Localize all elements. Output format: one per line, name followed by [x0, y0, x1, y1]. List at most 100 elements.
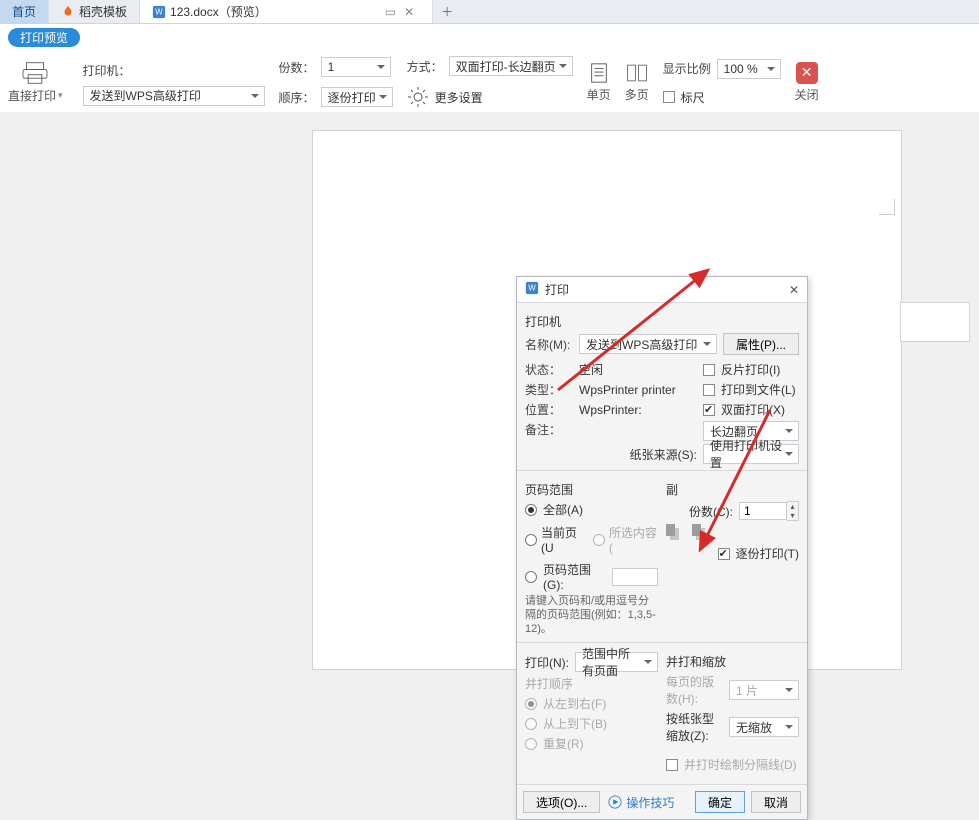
- copies-count-field[interactable]: [739, 502, 787, 520]
- merge-line-checkbox: 并打时绘制分隔线(D): [666, 756, 799, 773]
- group-merge-title: 并打和缩放: [666, 653, 799, 670]
- zoom-value: 100 %: [724, 62, 758, 76]
- dialog-titlebar[interactable]: W 打印 ✕: [517, 277, 807, 303]
- direct-print-button[interactable]: 直接打印 ▾: [8, 61, 63, 104]
- play-circle-icon: [608, 795, 622, 809]
- reverse-print-checkbox[interactable]: 反片打印(I): [703, 361, 799, 378]
- copies-select[interactable]: 1: [321, 57, 391, 77]
- order-select[interactable]: 逐份打印: [321, 87, 393, 107]
- multi-page-icon: [626, 62, 648, 84]
- cancel-button[interactable]: 取消: [751, 791, 801, 813]
- checkbox-icon: [718, 548, 730, 560]
- zoom-select[interactable]: 100 %: [717, 59, 781, 79]
- tab-template[interactable]: 稻壳模板: [49, 0, 140, 23]
- chevron-down-icon: ▾: [58, 90, 63, 101]
- collate-illustration-icon: [692, 524, 712, 542]
- range-hint: 请键入页码和/或用逗号分隔的页码范围(例如：1,3,5-12)。: [525, 595, 658, 636]
- multi-page-label: 多页: [625, 86, 649, 103]
- spin-down-icon[interactable]: ▾: [787, 511, 798, 520]
- group-range-title: 页码范围: [525, 481, 658, 498]
- radio-icon: [593, 534, 605, 546]
- tips-link[interactable]: 操作技巧: [608, 794, 674, 811]
- group-printer-title: 打印机: [525, 313, 799, 330]
- close-label: 关闭: [795, 86, 819, 103]
- dialog-close-button[interactable]: ✕: [789, 283, 799, 297]
- checkbox-icon: [703, 364, 715, 376]
- range-all-radio[interactable]: 全部(A): [525, 501, 658, 518]
- checkbox-icon: [703, 404, 715, 416]
- paper-source-select[interactable]: 使用打印机设置: [703, 444, 799, 464]
- tab-home-label: 首页: [12, 3, 36, 20]
- merge-tb-radio: 从上到下(B): [525, 715, 658, 732]
- status-value: 空闲: [579, 361, 603, 378]
- tab-template-label: 稻壳模板: [79, 3, 127, 20]
- more-settings-button[interactable]: 更多设置: [407, 86, 573, 108]
- type-value: WpsPrinter printer: [579, 383, 676, 397]
- page-range-input[interactable]: [612, 568, 658, 586]
- printer-label: 打印机：: [83, 62, 131, 79]
- mode-value: 双面打印-长边翻页: [456, 58, 556, 75]
- multi-page-button[interactable]: 多页: [625, 62, 649, 103]
- note-label: 备注：: [525, 421, 573, 438]
- copies-count-input[interactable]: ▴▾: [739, 501, 799, 521]
- gear-icon: [407, 86, 429, 108]
- paper-source-label: 纸张来源(S):: [630, 446, 697, 463]
- name-label: 名称(M):: [525, 336, 573, 353]
- preview-page: [900, 302, 970, 342]
- range-pages-radio[interactable]: 页码范围(G):: [525, 561, 658, 592]
- page-corner-icon: [879, 199, 895, 215]
- where-value: WpsPrinter:: [579, 403, 642, 417]
- ruler-checkbox[interactable]: 标尺: [663, 89, 781, 106]
- printer-icon: [21, 61, 49, 85]
- preview-canvas[interactable]: W 打印 ✕ 打印机 名称(M): 发送到WPS高级打印 属性(P)... 状态…: [0, 112, 979, 670]
- status-label: 状态：: [525, 361, 573, 378]
- copies-count-label: 份数(C):: [689, 503, 733, 520]
- where-label: 位置：: [525, 401, 573, 418]
- radio-icon: [525, 504, 537, 516]
- range-current-radio[interactable]: 当前页(U: [525, 524, 587, 555]
- tab-document-label: 123.docx（预览）: [170, 3, 267, 20]
- printn-select[interactable]: 范围中所有页面: [575, 652, 658, 672]
- tab-document[interactable]: W 123.docx（预览） ▭ ✕: [140, 0, 433, 23]
- merge-lr-radio: 从左到右(F): [525, 695, 658, 712]
- tab-home[interactable]: 首页: [0, 0, 49, 23]
- single-page-icon: [588, 62, 610, 84]
- mode-label: 方式：: [407, 58, 443, 75]
- type-label: 类型：: [525, 381, 573, 398]
- word-doc-icon: W: [525, 281, 539, 298]
- options-button[interactable]: 选项(O)...: [523, 791, 600, 813]
- duplex-print-checkbox[interactable]: 双面打印(X): [703, 401, 799, 418]
- printn-label: 打印(N):: [525, 654, 569, 671]
- tab-pop-icon[interactable]: ▭: [385, 5, 396, 19]
- printer-select[interactable]: 发送到WPS高级打印: [83, 86, 265, 106]
- printer-properties-button[interactable]: 属性(P)...: [723, 333, 799, 355]
- copies-value: 1: [328, 60, 335, 74]
- mode-select[interactable]: 双面打印-长边翻页: [449, 56, 573, 76]
- ruler-label: 标尺: [681, 89, 705, 106]
- printer-value: 发送到WPS高级打印: [90, 87, 201, 104]
- zoom-label: 显示比例: [663, 60, 711, 77]
- radio-icon: [525, 534, 537, 546]
- radio-icon: [525, 698, 537, 710]
- dialog-title: 打印: [545, 281, 569, 298]
- single-page-button[interactable]: 单页: [587, 62, 611, 103]
- flame-icon: [61, 5, 75, 19]
- scale-select[interactable]: 无缩放: [729, 717, 799, 737]
- new-tab-button[interactable]: ＋: [433, 0, 461, 23]
- print-to-file-checkbox[interactable]: 打印到文件(L): [703, 381, 799, 398]
- print-dialog: W 打印 ✕ 打印机 名称(M): 发送到WPS高级打印 属性(P)... 状态…: [516, 276, 808, 820]
- tab-close-icon[interactable]: ✕: [404, 5, 414, 19]
- sheets-label: 每页的版数(H):: [666, 673, 723, 707]
- word-doc-icon: W: [152, 5, 166, 19]
- sheets-select: 1 片: [729, 680, 799, 700]
- radio-icon: [525, 718, 537, 730]
- svg-text:W: W: [155, 7, 163, 16]
- more-settings-label: 更多设置: [435, 89, 483, 106]
- checkbox-icon: [663, 91, 675, 103]
- order-value: 逐份打印: [328, 89, 376, 106]
- collate-checkbox[interactable]: 逐份打印(T): [666, 545, 799, 562]
- ok-button[interactable]: 确定: [695, 791, 745, 813]
- spin-up-icon[interactable]: ▴: [787, 502, 798, 511]
- printer-name-select[interactable]: 发送到WPS高级打印: [579, 334, 717, 354]
- close-preview-button[interactable]: ✕ 关闭: [795, 62, 819, 103]
